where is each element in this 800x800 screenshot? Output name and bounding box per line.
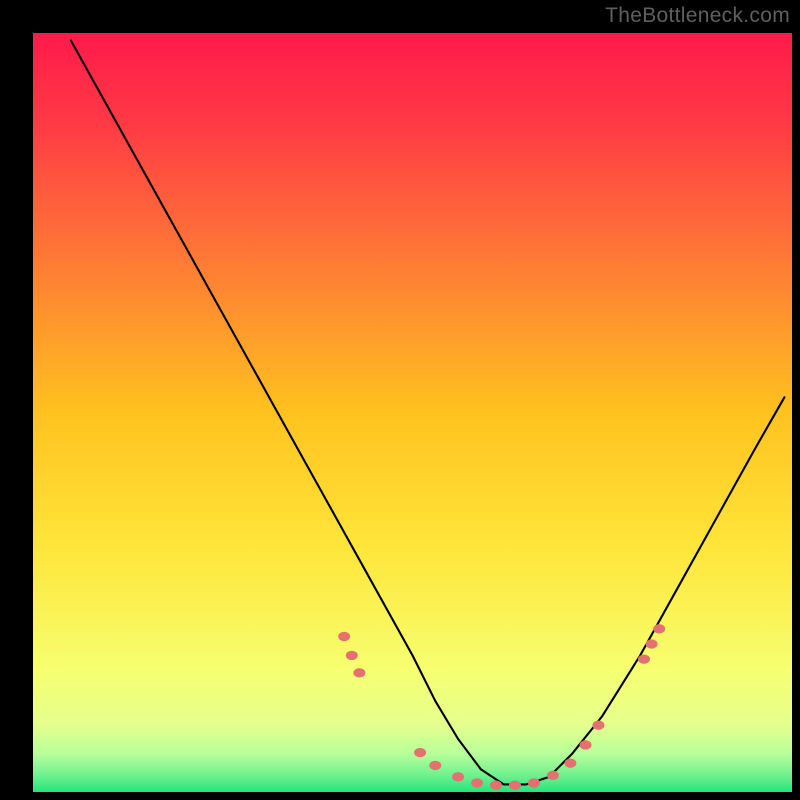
- curve-marker: [653, 624, 665, 633]
- curve-marker: [490, 780, 502, 789]
- curve-marker: [564, 758, 576, 767]
- curve-marker: [338, 632, 350, 641]
- watermark-text: TheBottleneck.com: [605, 4, 790, 28]
- curve-marker: [509, 780, 521, 789]
- curve-marker: [528, 778, 540, 787]
- curve-marker: [646, 639, 658, 648]
- curve-marker: [547, 771, 559, 780]
- curve-marker: [414, 748, 426, 757]
- chart-svg: [0, 0, 800, 800]
- chart-canvas: TheBottleneck.com: [0, 0, 800, 800]
- curve-marker: [346, 651, 358, 660]
- curve-marker: [429, 761, 441, 770]
- curve-marker: [638, 654, 650, 663]
- curve-marker: [592, 721, 604, 730]
- curve-marker: [471, 778, 483, 787]
- plot-background: [33, 33, 792, 792]
- curve-marker: [580, 740, 592, 749]
- curve-marker: [452, 772, 464, 781]
- curve-marker: [353, 668, 365, 677]
